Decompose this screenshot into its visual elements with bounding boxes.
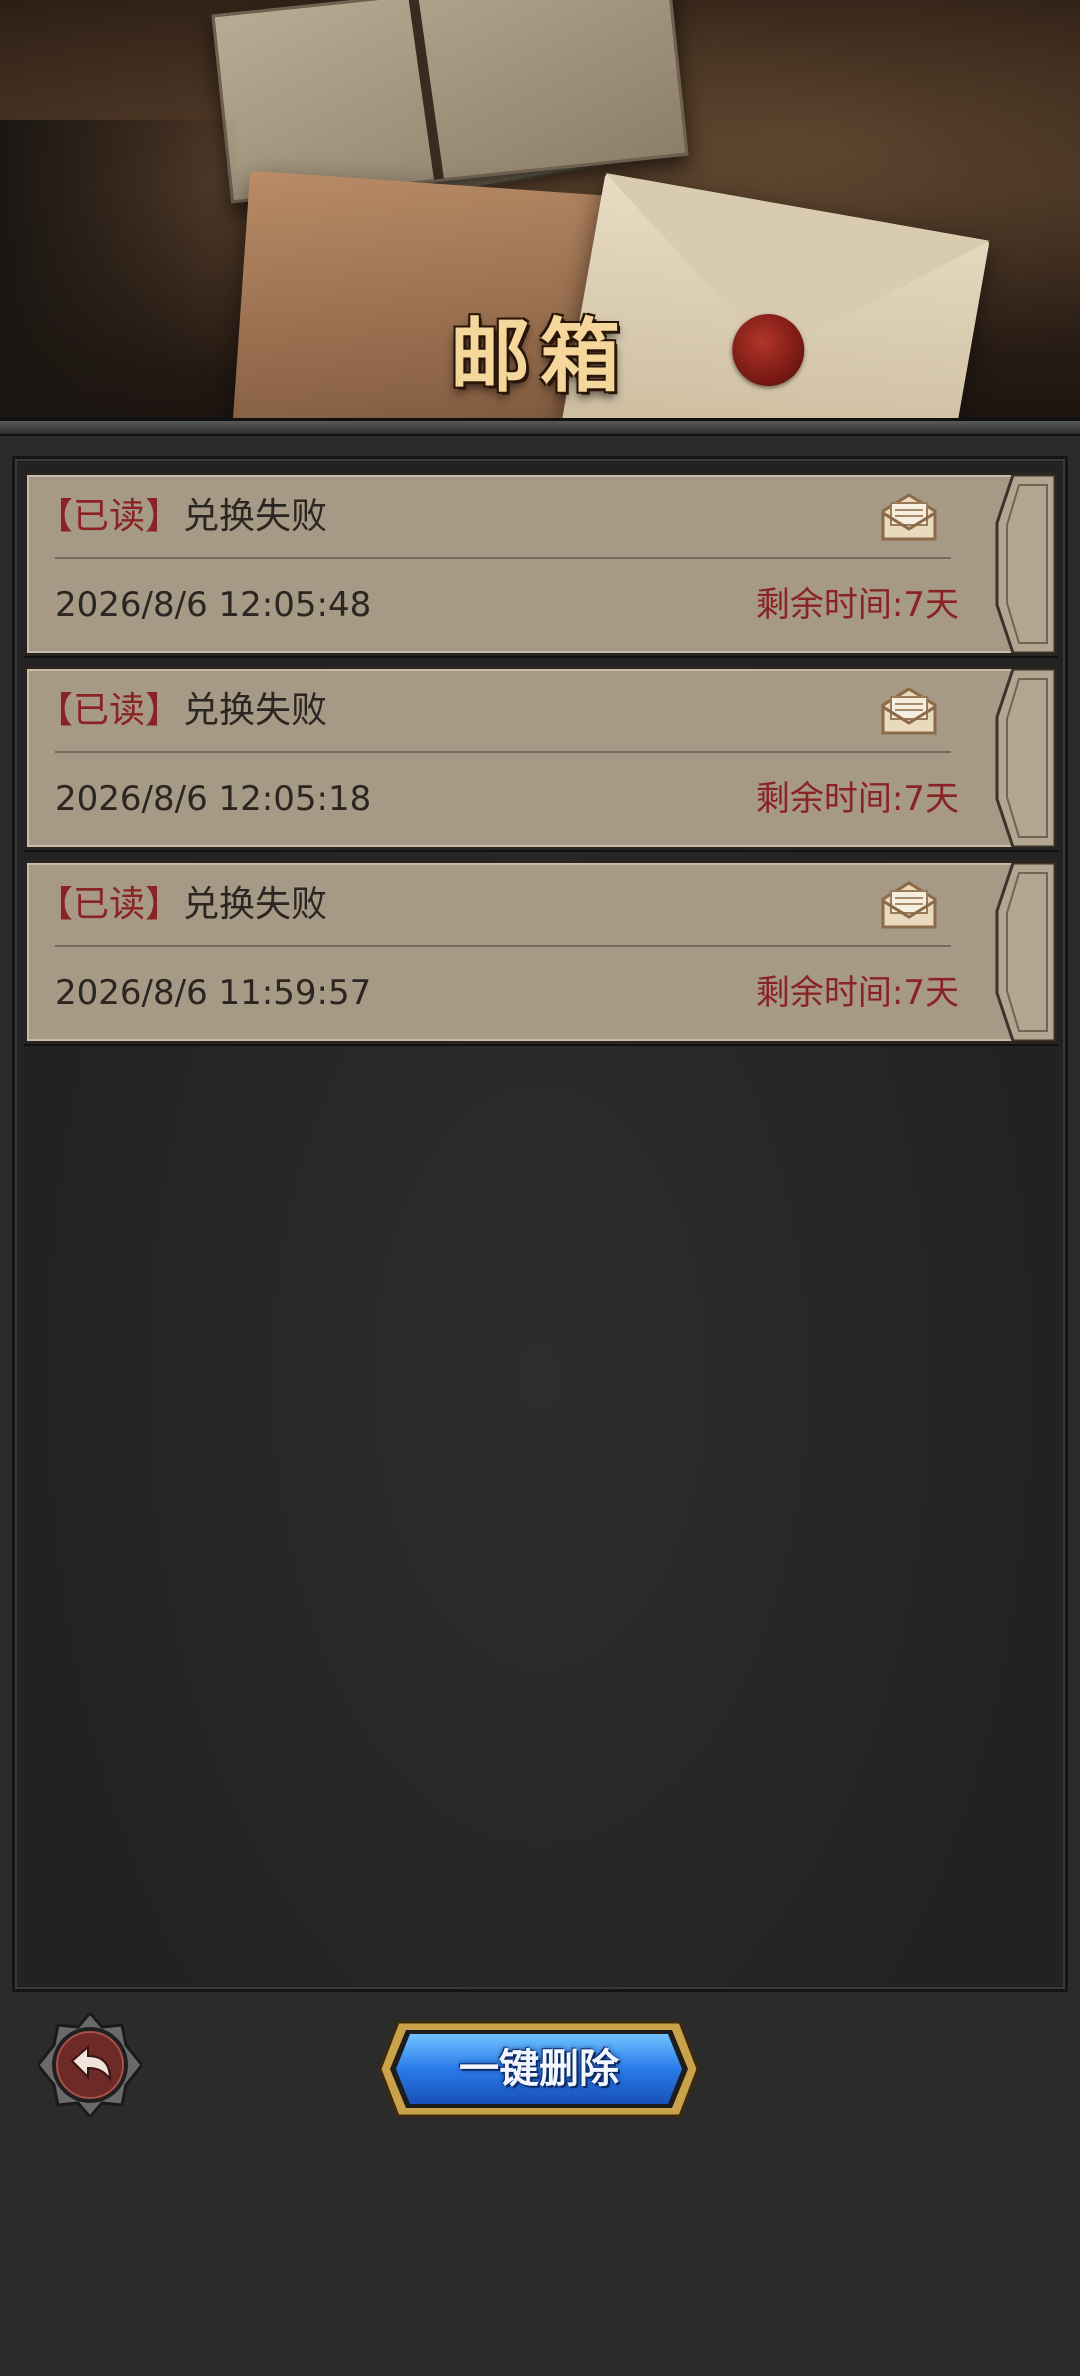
mail-side-tab [995,669,1055,847]
mail-remaining-time: 剩余时间:7天 [755,973,959,1013]
back-arrow-icon[interactable] [38,2013,142,2117]
mail-subject: 兑换失败 [183,690,328,731]
page-title: 邮箱 [450,310,630,403]
envelope-open-icon [881,881,937,929]
banner-divider [0,418,1080,436]
mail-status: 【已读】 [37,496,182,537]
mail-status: 【已读】 [37,884,182,925]
envelope-open-icon [881,493,937,541]
mail-side-tab [995,475,1055,653]
delete-all-label: 一键删除 [459,2046,619,2092]
mail-item[interactable]: 【已读】 兑换失败 2026/8/6 12:05:18 剩余时间:7天 [24,666,1058,850]
mail-remaining-time: 剩余时间:7天 [755,779,959,819]
mail-date: 2026/8/6 12:05:18 [55,779,372,819]
mail-remaining-time: 剩余时间:7天 [755,585,959,625]
mail-status: 【已读】 [37,690,182,731]
mail-subject: 兑换失败 [183,496,328,537]
mail-divider [55,557,951,559]
delete-all-button[interactable]: 一键删除 [378,2020,700,2118]
mail-item[interactable]: 【已读】 兑换失败 2026/8/6 11:59:57 剩余时间:7天 [24,860,1058,1044]
mail-date: 2026/8/6 11:59:57 [55,973,372,1013]
envelope-open-icon [881,687,937,735]
mail-date: 2026/8/6 12:05:48 [55,585,372,625]
mail-divider [55,751,951,753]
mail-divider [55,945,951,947]
mail-item[interactable]: 【已读】 兑换失败 2026/8/6 12:05:48 剩余时间:7天 [24,472,1058,656]
header-banner: 邮箱 [0,0,1080,420]
mail-side-tab [995,863,1055,1041]
mail-subject: 兑换失败 [183,884,328,925]
